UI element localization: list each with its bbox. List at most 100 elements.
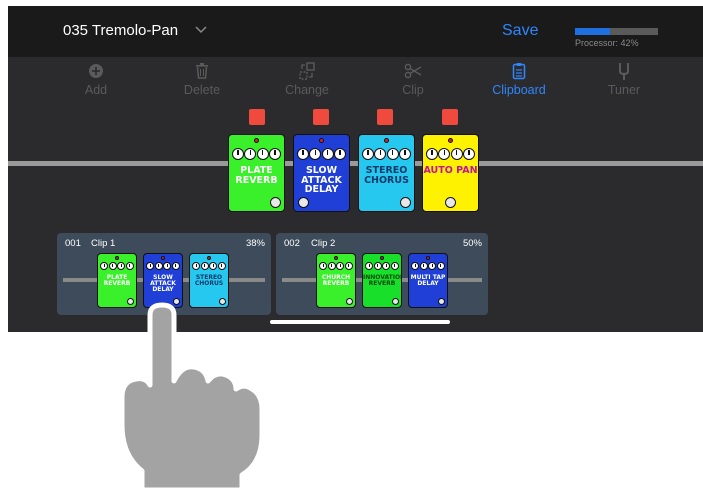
- clip-label: Clip: [402, 83, 424, 97]
- pedal-toggle-1[interactable]: [249, 109, 265, 125]
- knob-icon: [373, 262, 382, 270]
- knob-icon: [321, 148, 334, 160]
- pedal-name: STEREO CHORUS: [364, 165, 409, 186]
- knob-icon: [108, 262, 117, 270]
- pedal-toggle-3[interactable]: [377, 109, 393, 125]
- pedal-knobs: [192, 262, 226, 270]
- pedal-name: CHURCH REVERB: [321, 274, 351, 287]
- add-button[interactable]: Add: [61, 62, 131, 97]
- pedal-knobs: [146, 262, 180, 270]
- clip-pedal: MULTI TAP DELAY: [408, 253, 448, 308]
- knob-icon: [163, 262, 172, 270]
- knob-icon: [333, 148, 346, 160]
- pedal-knobs: [100, 262, 134, 270]
- tuner-button[interactable]: Tuner: [589, 62, 659, 97]
- clip-name: Clip 2: [311, 238, 336, 249]
- clip-pedal: INNOVATION REVERB: [362, 253, 402, 308]
- swap-icon: [299, 62, 315, 80]
- clipboard-button[interactable]: Clipboard: [484, 62, 554, 97]
- pedal-led: [380, 256, 384, 260]
- knob-icon: [244, 148, 257, 160]
- pedal-slow-attack-delay[interactable]: SLOW ATTACK DELAY: [293, 134, 350, 212]
- footswitch-icon: [298, 197, 309, 208]
- knob-icon: [232, 148, 244, 160]
- pedal-stereo-chorus[interactable]: STEREO CHORUS: [358, 134, 415, 212]
- footswitch-icon: [400, 197, 411, 208]
- pedal-knobs: [426, 148, 475, 160]
- delete-button[interactable]: Delete: [167, 62, 237, 97]
- processor-meter-fill: [575, 28, 610, 35]
- processor-label: Processor: 42%: [575, 38, 639, 48]
- knob-icon: [297, 148, 309, 160]
- save-button[interactable]: Save: [502, 22, 538, 40]
- pedal-name: SLOW ATTACK DELAY: [301, 165, 342, 195]
- pedal-knobs: [411, 262, 445, 270]
- preset-title[interactable]: 035 Tremolo-Pan: [63, 22, 178, 39]
- knob-icon: [426, 148, 438, 160]
- knob-icon: [450, 148, 463, 160]
- knob-icon: [365, 262, 373, 270]
- knob-icon: [386, 148, 399, 160]
- trash-icon: [196, 63, 208, 79]
- clip-number: 002: [284, 238, 300, 249]
- clip-name: Clip 1: [91, 238, 116, 249]
- clip-number: 001: [65, 238, 81, 249]
- pedal-plate-reverb[interactable]: PLATE REVERB: [228, 134, 285, 212]
- knob-icon: [268, 148, 281, 160]
- tuner-label: Tuner: [607, 83, 641, 97]
- pedal-toggle-2[interactable]: [313, 109, 329, 125]
- knob-icon: [419, 262, 428, 270]
- knob-icon: [319, 262, 327, 270]
- pedal-led: [319, 138, 324, 143]
- top-bar: 035 Tremolo-Pan Save Processor: 42%: [8, 6, 703, 57]
- pedal-led: [161, 256, 165, 260]
- pedal-toggle-4[interactable]: [442, 109, 458, 125]
- pedal-knobs: [297, 148, 346, 160]
- knob-icon: [117, 262, 126, 270]
- knob-icon: [171, 262, 180, 270]
- chevron-down-icon[interactable]: [194, 24, 208, 36]
- footswitch-icon: [392, 298, 399, 305]
- knob-icon: [336, 262, 345, 270]
- footswitch-icon: [270, 197, 281, 208]
- knob-icon: [362, 148, 374, 160]
- pointing-hand-icon: [119, 302, 265, 489]
- knob-icon: [100, 262, 108, 270]
- pedal-led: [115, 256, 119, 260]
- pedal-led: [448, 138, 453, 143]
- knob-icon: [309, 148, 322, 160]
- clipboard-label: Clipboard: [492, 83, 546, 97]
- clipboard-icon: [512, 63, 526, 80]
- knob-icon: [256, 148, 269, 160]
- pedal-led: [384, 138, 389, 143]
- knob-icon: [125, 262, 134, 270]
- pedal-auto-pan[interactable]: AUTO PAN: [422, 134, 479, 212]
- change-button[interactable]: Change: [272, 62, 342, 97]
- footswitch-icon: [445, 197, 456, 208]
- home-indicator: [270, 320, 450, 324]
- footswitch-icon: [438, 298, 445, 305]
- knob-icon: [382, 262, 391, 270]
- delete-label: Delete: [183, 83, 221, 97]
- knob-icon: [209, 262, 218, 270]
- plus-circle-icon: [89, 64, 103, 78]
- knob-icon: [398, 148, 411, 160]
- knob-icon: [411, 262, 419, 270]
- knob-icon: [192, 262, 200, 270]
- clip-button[interactable]: Clip: [378, 62, 448, 97]
- knob-icon: [428, 262, 437, 270]
- tuning-fork-icon: [619, 63, 629, 80]
- clip-percent: 50%: [462, 238, 482, 249]
- pedal-knobs: [232, 148, 281, 160]
- clip-pedal: CHURCH REVERB: [316, 253, 356, 308]
- knob-icon: [146, 262, 154, 270]
- pedal-led: [334, 256, 338, 260]
- pedal-knobs: [362, 148, 411, 160]
- pedal-name: INNOVATION REVERB: [363, 274, 402, 287]
- knob-icon: [374, 148, 387, 160]
- knob-icon: [390, 262, 399, 270]
- knob-icon: [200, 262, 209, 270]
- footswitch-icon: [346, 298, 353, 305]
- clip-card-2[interactable]: 002 Clip 2 50% CHURCH REVERB INNOVATION …: [276, 233, 488, 315]
- knob-icon: [217, 262, 226, 270]
